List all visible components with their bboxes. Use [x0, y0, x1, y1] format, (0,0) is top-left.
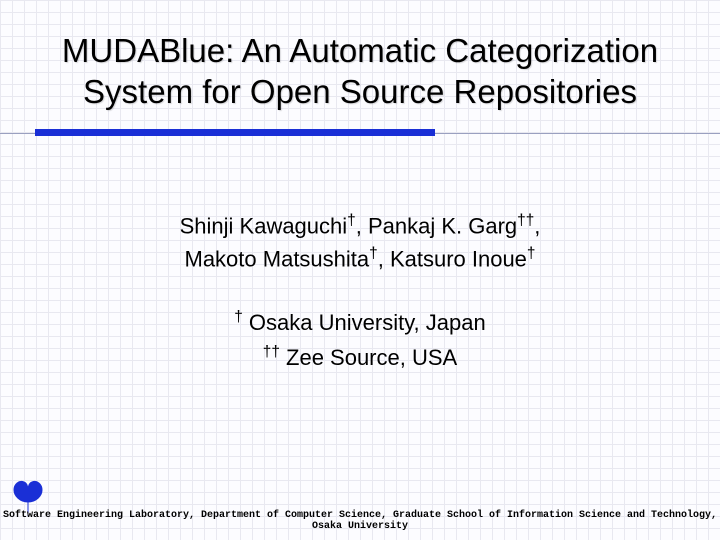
affil-text: Zee Source, USA [280, 345, 457, 370]
author-mark: † [527, 245, 536, 262]
affiliation-line: †† Zee Source, USA [0, 340, 720, 375]
author-name: Shinji Kawaguchi [180, 213, 348, 238]
footer-text: Software Engineering Laboratory, Departm… [0, 510, 720, 532]
author-end: , [534, 213, 540, 238]
affil-text: Osaka University, Japan [243, 310, 486, 335]
authors-block: Shinji Kawaguchi†, Pankaj K. Garg††, Mak… [0, 209, 720, 276]
authors-line-1: Shinji Kawaguchi†, Pankaj K. Garg††, [0, 209, 720, 242]
slide-title: MUDABlue: An Automatic Categorization Sy… [0, 0, 720, 123]
affiliations-block: † Osaka University, Japan †† Zee Source,… [0, 305, 720, 375]
author-name: Makoto Matsushita [185, 246, 370, 271]
author-name: Katsuro Inoue [390, 246, 527, 271]
author-mark: † [369, 245, 378, 262]
slide: MUDABlue: An Automatic Categorization Sy… [0, 0, 720, 540]
author-mark: † [347, 212, 356, 229]
author-name: Pankaj K. Garg [368, 213, 517, 238]
authors-line-2: Makoto Matsushita†, Katsuro Inoue† [0, 242, 720, 275]
affiliation-line: † Osaka University, Japan [0, 305, 720, 340]
title-rule [0, 129, 720, 139]
affil-mark: † [234, 309, 243, 326]
author-sep: , [378, 246, 390, 271]
author-mark: †† [517, 212, 534, 229]
author-sep: , [356, 213, 368, 238]
rule-thick [35, 129, 435, 136]
affil-mark: †† [263, 344, 280, 361]
